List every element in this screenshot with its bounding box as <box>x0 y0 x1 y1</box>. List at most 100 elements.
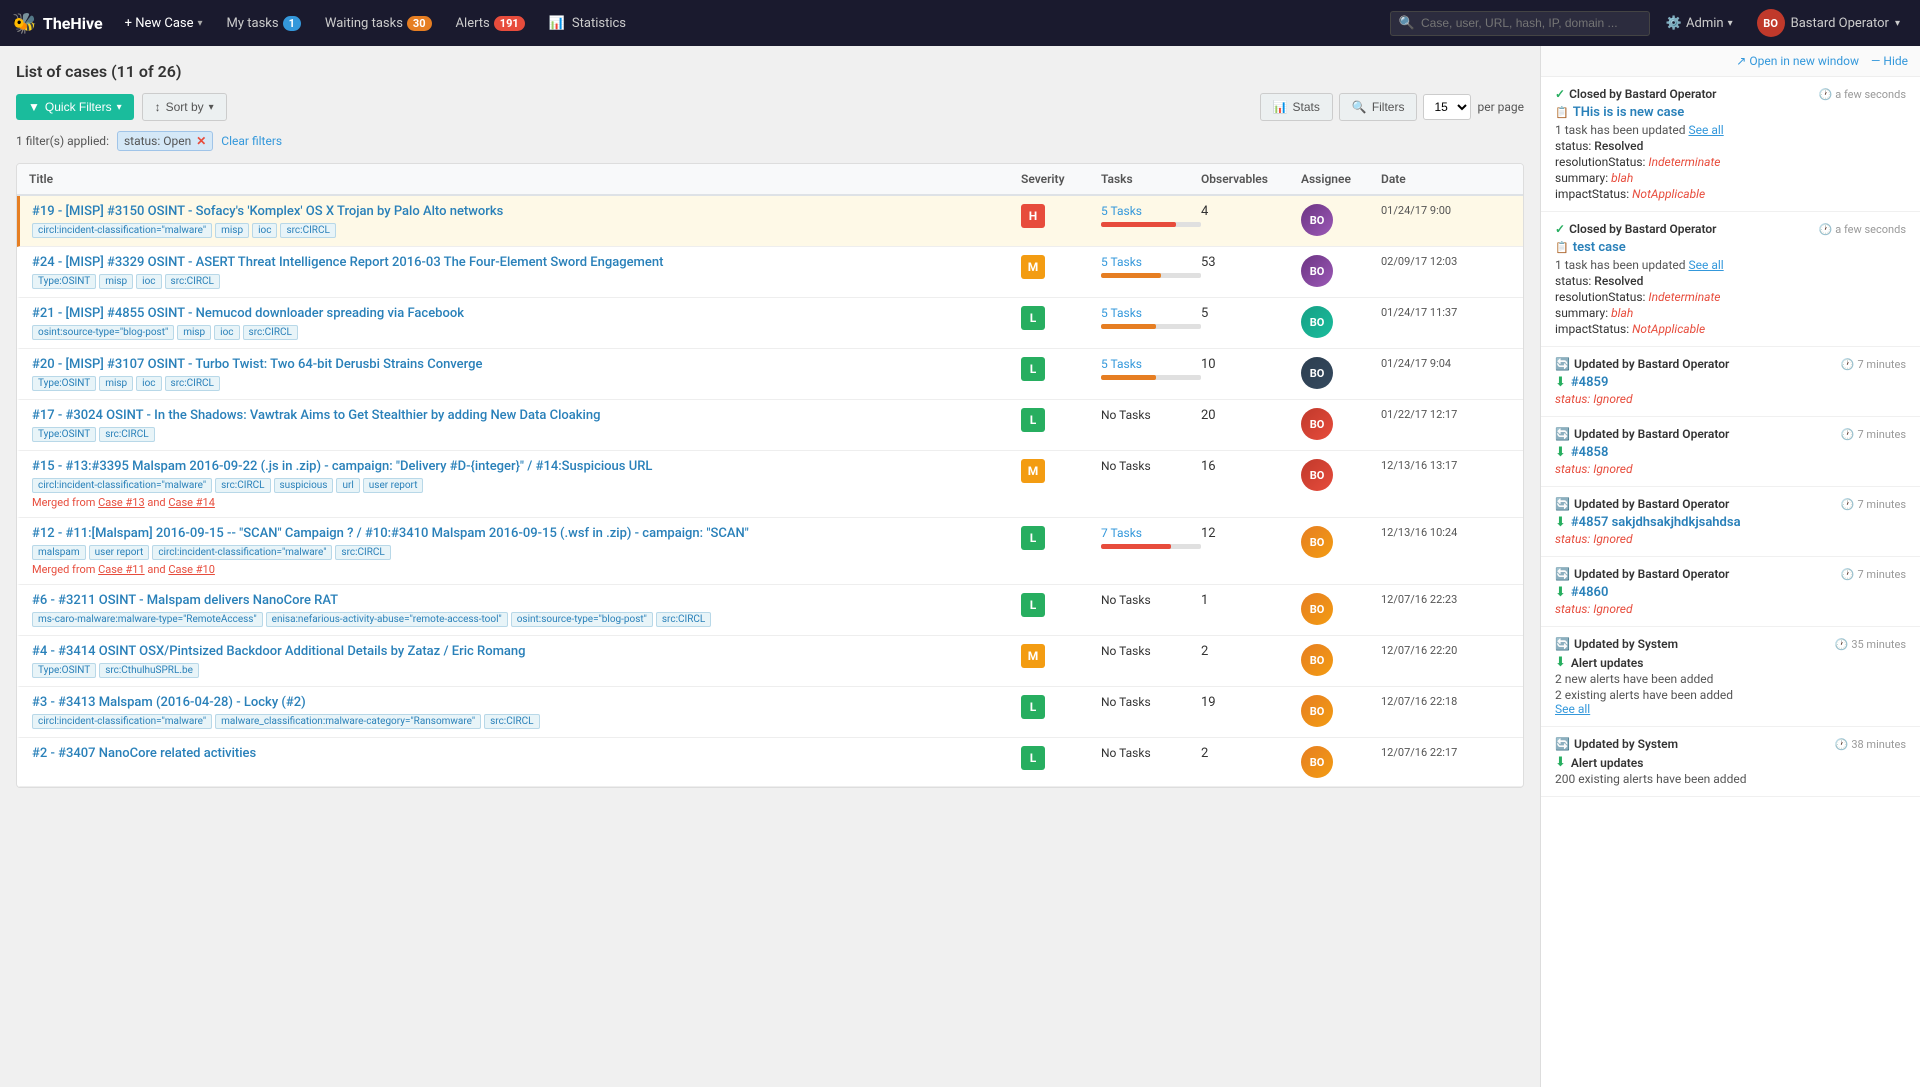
case-title-link[interactable]: #6 - #3211 OSINT - Malspam delivers Nano… <box>32 593 338 608</box>
see-all-link[interactable]: See all <box>1688 258 1723 272</box>
waiting-tasks-btn[interactable]: Waiting tasks 30 <box>315 10 442 37</box>
tag[interactable]: src:CIRCL <box>99 427 154 442</box>
case-title-link[interactable]: #24 - [MISP] #3329 OSINT - ASERT Threat … <box>32 255 663 270</box>
panel-title: List of cases (11 of 26) <box>16 62 1524 81</box>
tasks-link[interactable]: 7 Tasks <box>1101 526 1142 540</box>
download-icon: ⬇ <box>1555 445 1566 460</box>
tag[interactable]: src:CIRCL <box>656 612 711 627</box>
clear-filters-link[interactable]: Clear filters <box>221 134 282 148</box>
search-icon: 🔍 <box>1399 16 1415 31</box>
case-title-link[interactable]: #12 - #11:[Malspam] 2016-09-15 -- "SCAN"… <box>32 526 749 541</box>
case-title-link[interactable]: #3 - #3413 Malspam (2016-04-28) - Locky … <box>32 695 306 710</box>
quick-filters-btn[interactable]: ▼ Quick Filters ▾ <box>16 94 134 120</box>
tag[interactable]: misp <box>99 376 133 391</box>
ref-link[interactable]: #4859 <box>1571 375 1608 390</box>
check-icon: ✓ <box>1555 222 1565 236</box>
tag[interactable]: osint:source-type="blog-post" <box>32 325 174 340</box>
tag[interactable]: Type:OSINT <box>32 663 96 678</box>
user-btn[interactable]: BO Bastard Operator ▾ <box>1749 5 1908 41</box>
severity-badge: M <box>1021 459 1045 483</box>
activity-meta: ✓ Closed by Bastard Operator 🕐 a few sec… <box>1555 222 1906 236</box>
ref-link[interactable]: #4858 <box>1571 445 1608 460</box>
open-new-window-btn[interactable]: ↗ Open in new window <box>1736 54 1859 68</box>
search-box[interactable]: 🔍 <box>1390 11 1650 36</box>
tag[interactable]: Type:OSINT <box>32 274 96 289</box>
alert-label: Alert updates <box>1571 756 1644 770</box>
stats-btn[interactable]: 📊 Stats <box>1260 93 1333 121</box>
see-all-link[interactable]: See all <box>1688 123 1723 137</box>
tasks-link[interactable]: 5 Tasks <box>1101 357 1142 371</box>
tag[interactable]: ioc <box>252 223 277 238</box>
ref-link[interactable]: #4860 <box>1571 585 1608 600</box>
filters-btn[interactable]: 🔍 Filters <box>1339 93 1418 121</box>
new-case-btn[interactable]: + New Case ▾ <box>115 10 213 37</box>
tag[interactable]: url <box>336 478 359 493</box>
tag[interactable]: src:CthulhuSPRL.be <box>99 663 199 678</box>
activity-body: See all <box>1555 702 1906 716</box>
observables-cell: 53 <box>1201 255 1301 270</box>
activity-item: 🔄 Updated by System 🕐 38 minutes ⬇ Alert… <box>1541 727 1920 797</box>
tag[interactable]: src:CIRCL <box>215 478 270 493</box>
tag[interactable]: Type:OSINT <box>32 427 96 442</box>
tasks-bar <box>1101 273 1161 278</box>
tasks-link[interactable]: 5 Tasks <box>1101 306 1142 320</box>
tag[interactable]: osint:source-type="blog-post" <box>511 612 653 627</box>
tag[interactable]: circl:incident-classification="malware" <box>32 223 212 238</box>
tag[interactable]: misp <box>215 223 249 238</box>
case-name-link[interactable]: THis is is new case <box>1573 105 1685 120</box>
search-input[interactable] <box>1421 16 1641 30</box>
activity-detail: impactStatus: NotApplicable <box>1555 187 1906 201</box>
tag[interactable]: circl:incident-classification="malware" <box>32 478 212 493</box>
see-all-link[interactable]: See all <box>1555 702 1590 716</box>
sort-by-btn[interactable]: ↕ Sort by ▾ <box>142 93 227 121</box>
tag[interactable]: enisa:nefarious-activity-abuse="remote-a… <box>266 612 508 627</box>
tag[interactable]: malspam <box>32 545 86 560</box>
tag[interactable]: src:CIRCL <box>484 714 539 729</box>
tag[interactable]: malware_classification:malware-category=… <box>215 714 481 729</box>
brand[interactable]: 🐝 TheHive <box>12 11 103 35</box>
severity-cell: L <box>1021 746 1101 770</box>
hide-sidebar-btn[interactable]: — Hide <box>1871 54 1908 68</box>
case-title-link[interactable]: #17 - #3024 OSINT - In the Shadows: Vawt… <box>32 408 600 423</box>
case-title-link[interactable]: #19 - [MISP] #3150 OSINT - Sofacy's 'Kom… <box>32 204 503 219</box>
tag[interactable]: ioc <box>214 325 239 340</box>
tag[interactable]: circl:incident-classification="malware" <box>152 545 332 560</box>
tag[interactable]: ioc <box>136 274 161 289</box>
tasks-link: No Tasks <box>1101 644 1151 658</box>
admin-btn[interactable]: ⚙️ Admin ▾ <box>1658 12 1741 35</box>
case-title-link[interactable]: #2 - #3407 NanoCore related activities <box>32 746 256 761</box>
tag[interactable]: user report <box>363 478 424 493</box>
tag[interactable]: src:CIRCL <box>165 376 220 391</box>
case-title-link[interactable]: #4 - #3414 OSINT OSX/Pintsized Backdoor … <box>32 644 526 659</box>
observables-cell: 16 <box>1201 459 1301 474</box>
case-title-link[interactable]: #21 - [MISP] #4855 OSINT - Nemucod downl… <box>32 306 464 321</box>
tag[interactable]: misp <box>99 274 133 289</box>
tag[interactable]: src:CIRCL <box>280 223 335 238</box>
user-chevron: ▾ <box>1895 18 1900 29</box>
alerts-btn[interactable]: Alerts 191 <box>446 10 535 37</box>
observables-cell: 20 <box>1201 408 1301 423</box>
observables-cell: 12 <box>1201 526 1301 541</box>
case-title-link[interactable]: #15 - #13:#3395 Malspam 2016-09-22 (.js … <box>32 459 652 474</box>
tag[interactable]: src:CIRCL <box>335 545 390 560</box>
per-page-select[interactable]: 15 25 50 <box>1423 94 1471 120</box>
my-tasks-btn[interactable]: My tasks 1 <box>217 10 311 37</box>
tasks-link[interactable]: 5 Tasks <box>1101 255 1142 269</box>
ref-link[interactable]: #4857 sakjdhsakjhdkjsahdsa <box>1571 515 1741 530</box>
remove-filter-btn[interactable]: ✕ <box>196 134 206 148</box>
case-title-link[interactable]: #20 - [MISP] #3107 OSINT - Turbo Twist: … <box>32 357 482 372</box>
tag[interactable]: circl:incident-classification="malware" <box>32 714 212 729</box>
tag[interactable]: misp <box>177 325 211 340</box>
case-title-cell: #12 - #11:[Malspam] 2016-09-15 -- "SCAN"… <box>32 526 1021 576</box>
tag[interactable]: src:CIRCL <box>243 325 298 340</box>
tag[interactable]: ms-caro-malware:malware-type="RemoteAcce… <box>32 612 263 627</box>
date-cell: 12/13/16 10:24 <box>1381 526 1511 539</box>
tag[interactable]: suspicious <box>274 478 334 493</box>
tag[interactable]: Type:OSINT <box>32 376 96 391</box>
tasks-link[interactable]: 5 Tasks <box>1101 204 1142 218</box>
tag[interactable]: src:CIRCL <box>165 274 220 289</box>
statistics-btn[interactable]: 📊 Statistics <box>539 10 636 37</box>
tag[interactable]: user report <box>89 545 150 560</box>
tag[interactable]: ioc <box>136 376 161 391</box>
case-name-link[interactable]: test case <box>1573 240 1626 255</box>
